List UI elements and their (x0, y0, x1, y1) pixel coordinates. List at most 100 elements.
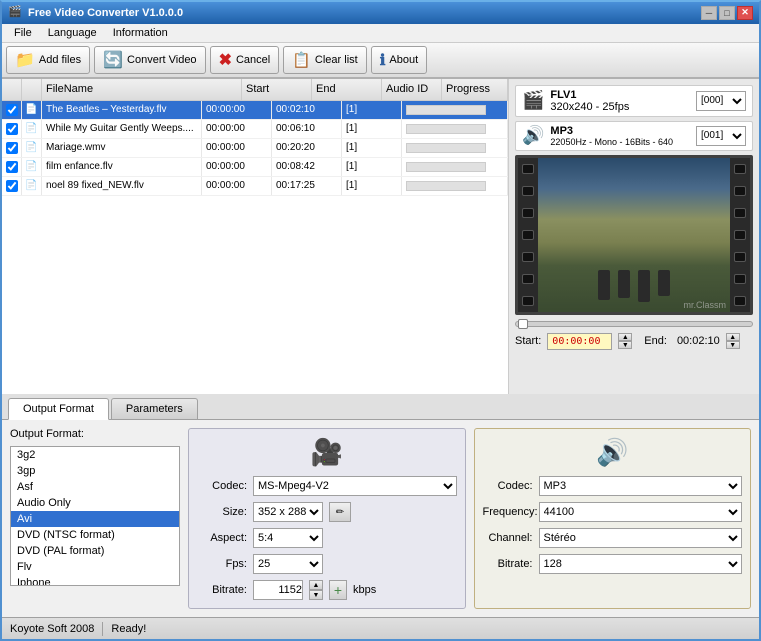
table-row[interactable]: 📄 The Beatles – Yesterday.flv 00:00:00 0… (2, 101, 508, 120)
audio-info-text: MP3 22050Hz - Mono - 16Bits - 640 (550, 125, 690, 147)
film-hole (734, 208, 746, 218)
about-label: About (389, 54, 418, 66)
row-checkbox[interactable] (2, 139, 22, 157)
list-item[interactable]: Avi (11, 511, 179, 527)
timeline-thumb[interactable] (518, 319, 528, 329)
row-start: 00:00:00 (202, 120, 272, 138)
row-checkbox[interactable] (2, 101, 22, 119)
video-stream-select[interactable]: [000] (696, 91, 746, 111)
convert-video-button[interactable]: 🔄 Convert Video (94, 46, 205, 74)
list-item[interactable]: Asf (11, 479, 179, 495)
video-info-row: 🎬 FLV1 320x240 - 25fps [000] (515, 85, 753, 117)
film-hole (522, 208, 534, 218)
audio-info-icon: 🔊 (522, 125, 544, 146)
minimize-button[interactable]: ─ (701, 6, 717, 20)
channel-select[interactable]: Stéréo (539, 528, 743, 548)
video-codec-panel: 🎥 Codec: MS-Mpeg4-V2 Size: 352 x 288 ✏ (188, 428, 466, 609)
start-end-row: Start: ▲ ▼ End: 00:02:10 ▲ ▼ (515, 333, 753, 350)
audio-format-details: 22050Hz - Mono - 16Bits - 640 (550, 137, 690, 147)
file-list-header: FileName Start End Audio ID Progress (2, 79, 508, 101)
row-filename: noel 89 fixed_NEW.flv (42, 177, 202, 195)
video-content: mr.Classm (538, 158, 730, 312)
bitrate-down[interactable]: ▼ (309, 590, 323, 600)
table-row[interactable]: 📄 Mariage.wmv 00:00:00 00:20:20 [1] (2, 139, 508, 158)
aspect-select[interactable]: 5:4 (253, 528, 323, 548)
aspect-row: Aspect: 5:4 (197, 528, 457, 548)
list-item[interactable]: 3g2 (11, 447, 179, 463)
icon-col-header (22, 79, 42, 100)
main-area: FileName Start End Audio ID Progress 📄 T… (2, 79, 759, 394)
list-item[interactable]: 3gp (11, 463, 179, 479)
close-button[interactable]: ✕ (737, 6, 753, 20)
end-time-down[interactable]: ▼ (726, 341, 740, 349)
add-files-button[interactable]: 📁 Add files (6, 46, 90, 74)
start-time-up[interactable]: ▲ (618, 333, 632, 341)
menu-file[interactable]: File (6, 24, 40, 43)
list-item[interactable]: DVD (PAL format) (11, 543, 179, 559)
toolbar: 📁 Add files 🔄 Convert Video ✖ Cancel 📋 C… (2, 43, 759, 79)
fps-row: Fps: 25 (197, 554, 457, 574)
bottom-section: Output Format Parameters Output Format: … (2, 394, 759, 617)
tab-output-format[interactable]: Output Format (8, 398, 109, 420)
channel-label: Channel: (483, 532, 533, 544)
list-item[interactable]: DVD (NTSC format) (11, 527, 179, 543)
table-row[interactable]: 📄 While My Guitar Gently Weeps.... 00:00… (2, 120, 508, 139)
audio-codec-row: Codec: MP3 (483, 476, 743, 496)
cancel-button[interactable]: ✖ Cancel (210, 46, 280, 74)
tab-parameters[interactable]: Parameters (111, 398, 198, 419)
row-checkbox[interactable] (2, 120, 22, 138)
format-panel: Output Format: 3g23gpAsfAudio OnlyAviDVD… (10, 428, 180, 609)
format-listbox[interactable]: 3g23gpAsfAudio OnlyAviDVD (NTSC format)D… (10, 446, 180, 586)
table-row[interactable]: 📄 noel 89 fixed_NEW.flv 00:00:00 00:17:2… (2, 177, 508, 196)
film-hole (734, 252, 746, 262)
frequency-select[interactable]: 44100 (539, 502, 743, 522)
size-edit-button[interactable]: ✏ (329, 502, 351, 522)
maximize-button[interactable]: □ (719, 6, 735, 20)
fps-select[interactable]: 25 (253, 554, 323, 574)
menu-information[interactable]: Information (105, 24, 176, 43)
audio-stream-select[interactable]: [001] (696, 126, 746, 146)
size-row: Size: 352 x 288 ✏ (197, 502, 457, 522)
start-time-input[interactable] (547, 333, 612, 350)
channel-row: Channel: Stéréo (483, 528, 743, 548)
start-col-header: Start (242, 79, 312, 100)
clear-list-label: Clear list (315, 54, 358, 66)
start-time-down[interactable]: ▼ (618, 341, 632, 349)
bitrate-spinner: ▲ ▼ (309, 580, 323, 600)
end-time-up[interactable]: ▲ (726, 333, 740, 341)
bitrate-plus-button[interactable]: + (329, 580, 347, 600)
audio-bitrate-row: Bitrate: 128 (483, 554, 743, 574)
table-row[interactable]: 📄 film enfance.flv 00:00:00 00:08:42 [1] (2, 158, 508, 177)
film-hole (522, 296, 534, 306)
status-separator (102, 622, 103, 636)
size-select[interactable]: 352 x 288 (253, 502, 323, 522)
menu-language[interactable]: Language (40, 24, 105, 43)
clear-list-button[interactable]: 📋 Clear list (283, 46, 366, 74)
bitrate-input[interactable] (253, 580, 303, 600)
film-hole (734, 230, 746, 240)
audio-codec-select[interactable]: MP3 (539, 476, 743, 496)
timeline-slider[interactable] (515, 321, 753, 327)
list-item[interactable]: Iphone (11, 575, 179, 586)
film-hole (522, 164, 534, 174)
list-item[interactable]: Flv (11, 559, 179, 575)
bitrate-label: Bitrate: (197, 584, 247, 596)
progress-bar-bg (406, 181, 486, 191)
audio-format-label: MP3 (550, 125, 690, 137)
list-item[interactable]: Audio Only (11, 495, 179, 511)
start-time-spinner: ▲ ▼ (618, 333, 632, 349)
row-progress (402, 120, 508, 138)
row-file-icon: 📄 (22, 139, 42, 157)
progress-bar-bg (406, 162, 486, 172)
film-strip-left (518, 158, 538, 312)
codec-select[interactable]: MS-Mpeg4-V2 (253, 476, 457, 496)
row-start: 00:00:00 (202, 158, 272, 176)
audio-bitrate-select[interactable]: 128 (539, 554, 743, 574)
bitrate-up[interactable]: ▲ (309, 580, 323, 590)
row-end: 00:06:10 (272, 120, 342, 138)
status-bar: Koyote Soft 2008 Ready! (2, 617, 759, 639)
row-checkbox[interactable] (2, 177, 22, 195)
row-checkbox[interactable] (2, 158, 22, 176)
video-watermark: mr.Classm (684, 300, 727, 310)
about-button[interactable]: ℹ About (371, 46, 427, 74)
